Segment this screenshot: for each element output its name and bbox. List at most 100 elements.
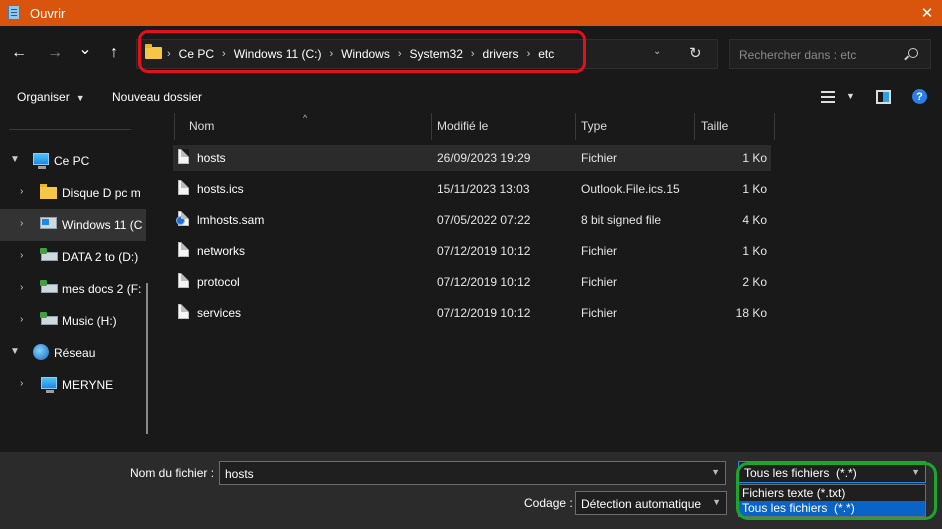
sidebar-item-mes-docs-2[interactable]: › mes docs 2 (F: xyxy=(0,273,146,305)
filter-highlight-annotation xyxy=(736,462,937,520)
sidebar-item-ce-pc[interactable]: ▼ Ce PC xyxy=(0,145,146,177)
chevron-down-icon[interactable]: ▼ xyxy=(10,346,20,357)
chevron-right-icon[interactable]: › xyxy=(20,250,23,261)
refresh-icon[interactable]: ↻ xyxy=(689,44,702,62)
file-row[interactable]: networks 07/12/2019 10:12 Fichier 1 Ko xyxy=(173,238,771,264)
file-modified: 07/12/2019 10:12 xyxy=(437,244,531,258)
sidebar-item-label: Music (H:) xyxy=(62,314,117,328)
new-folder-button[interactable]: Nouveau dossier xyxy=(112,90,202,104)
view-options-chevron-icon[interactable]: ▼ xyxy=(846,91,855,101)
sort-ascending-icon: ^ xyxy=(303,113,308,123)
file-icon xyxy=(178,242,189,257)
file-modified: 07/12/2019 10:12 xyxy=(437,306,531,320)
file-row[interactable]: hosts 26/09/2023 19:29 Fichier 1 Ko xyxy=(173,145,771,171)
navigation-pane: ▼ Ce PC › Disque D pc m › Windows 11 (C … xyxy=(0,113,155,452)
sidebar-scrollbar[interactable] xyxy=(146,283,148,434)
up-button[interactable]: ↑ xyxy=(103,42,125,64)
file-name: hosts.ics xyxy=(197,182,244,196)
sidebar-item-windows-11[interactable]: › Windows 11 (C xyxy=(0,209,146,241)
file-row[interactable]: lmhosts.sam 07/05/2022 07:22 8 bit signe… xyxy=(173,207,771,233)
sidebar-item-label: DATA 2 to (D:) xyxy=(62,250,139,264)
file-row[interactable]: hosts.ics 15/11/2023 13:03 Outlook.File.… xyxy=(173,176,771,202)
network-drive-icon xyxy=(40,280,58,293)
column-divider[interactable] xyxy=(774,113,775,140)
sidebar-item-label: mes docs 2 (F: xyxy=(62,282,142,296)
address-highlight-annotation xyxy=(138,30,586,73)
chevron-down-icon[interactable]: ▼ xyxy=(10,154,20,165)
sidebar-item-reseau[interactable]: ▼ Réseau xyxy=(0,337,146,369)
file-name: protocol xyxy=(197,275,240,289)
file-icon xyxy=(178,180,189,195)
chevron-right-icon[interactable]: › xyxy=(20,218,23,229)
file-size: 1 Ko xyxy=(742,151,767,165)
preview-pane-icon[interactable] xyxy=(876,90,891,104)
file-icon xyxy=(178,273,189,288)
sidebar-item-disque-d[interactable]: › Disque D pc m xyxy=(0,177,146,209)
encoding-select[interactable]: Détection automatique ▼ xyxy=(575,491,727,515)
file-icon xyxy=(178,304,189,319)
sidebar-item-meryne[interactable]: › MERYNE xyxy=(0,369,146,401)
search-placeholder[interactable]: Rechercher dans : etc xyxy=(739,48,856,62)
organize-button[interactable]: Organiser ▼ xyxy=(17,90,85,104)
file-type: 8 bit signed file xyxy=(581,213,662,227)
help-icon[interactable]: ? xyxy=(912,89,927,104)
file-name: hosts xyxy=(197,151,226,165)
chevron-right-icon[interactable]: › xyxy=(20,186,23,197)
file-type: Fichier xyxy=(581,151,618,165)
address-history-dropdown[interactable]: ⌄ xyxy=(653,46,661,57)
column-divider[interactable] xyxy=(431,113,432,140)
search-box[interactable]: Rechercher dans : etc xyxy=(729,39,931,69)
recent-locations-button[interactable]: ⌄ xyxy=(74,38,96,60)
notepad-icon xyxy=(8,5,20,20)
column-header-name[interactable]: Nom xyxy=(189,119,214,133)
view-list-icon[interactable] xyxy=(821,91,835,103)
chevron-right-icon[interactable]: › xyxy=(20,378,23,389)
column-divider[interactable] xyxy=(694,113,695,140)
sidebar-divider xyxy=(9,129,131,130)
column-header-type[interactable]: Type xyxy=(581,119,607,133)
organize-label: Organiser xyxy=(17,90,70,104)
file-size: 1 Ko xyxy=(742,244,767,258)
file-row[interactable]: protocol 07/12/2019 10:12 Fichier 2 Ko xyxy=(173,269,771,295)
sidebar-item-label: Disque D pc m xyxy=(62,186,141,200)
window-title: Ouvrir xyxy=(30,6,66,21)
filename-value[interactable]: hosts xyxy=(225,467,254,481)
command-bar: Organiser ▼ Nouveau dossier ▼ ? xyxy=(0,82,942,113)
file-type: Fichier xyxy=(581,306,618,320)
filename-label: Nom du fichier : xyxy=(130,466,215,480)
column-header-size[interactable]: Taille xyxy=(701,119,728,133)
file-name: lmhosts.sam xyxy=(197,213,265,227)
column-header-modified[interactable]: Modifié le xyxy=(437,119,488,133)
file-size: 2 Ko xyxy=(742,275,767,289)
file-type: Fichier xyxy=(581,275,618,289)
chevron-right-icon[interactable]: › xyxy=(20,282,23,293)
network-icon xyxy=(33,344,49,360)
file-size: 18 Ko xyxy=(735,306,767,320)
file-name: services xyxy=(197,306,242,320)
encoding-label: Codage : xyxy=(524,496,573,510)
folder-icon xyxy=(40,184,57,199)
column-divider[interactable] xyxy=(575,113,576,140)
forward-button[interactable]: → xyxy=(44,42,66,64)
windows-drive-icon xyxy=(40,217,57,229)
pc-icon xyxy=(41,377,57,393)
chevron-down-icon: ▼ xyxy=(75,93,85,103)
search-icon[interactable] xyxy=(908,48,918,58)
file-modified: 07/12/2019 10:12 xyxy=(437,275,531,289)
sidebar-item-music[interactable]: › Music (H:) xyxy=(0,305,146,337)
back-button[interactable]: ← xyxy=(8,42,30,64)
sidebar-item-label: Réseau xyxy=(54,346,96,360)
sidebar-item-label: MERYNE xyxy=(62,378,114,392)
file-modified: 15/11/2023 13:03 xyxy=(437,182,530,196)
chevron-down-icon[interactable]: ▼ xyxy=(712,497,721,507)
file-type: Outlook.File.ics.15 xyxy=(581,182,680,196)
sidebar-item-data-2[interactable]: › DATA 2 to (D:) xyxy=(0,241,146,273)
file-row[interactable]: services 07/12/2019 10:12 Fichier 18 Ko xyxy=(173,300,771,326)
chevron-right-icon[interactable]: › xyxy=(20,314,23,325)
network-drive-icon xyxy=(40,248,58,261)
filename-input[interactable]: hosts ▼ xyxy=(219,461,726,485)
file-modified: 26/09/2023 19:29 xyxy=(437,151,531,165)
chevron-down-icon[interactable]: ▼ xyxy=(711,467,720,477)
encoding-value[interactable]: Détection automatique xyxy=(581,497,701,511)
close-button[interactable]: ✕ xyxy=(912,0,942,26)
